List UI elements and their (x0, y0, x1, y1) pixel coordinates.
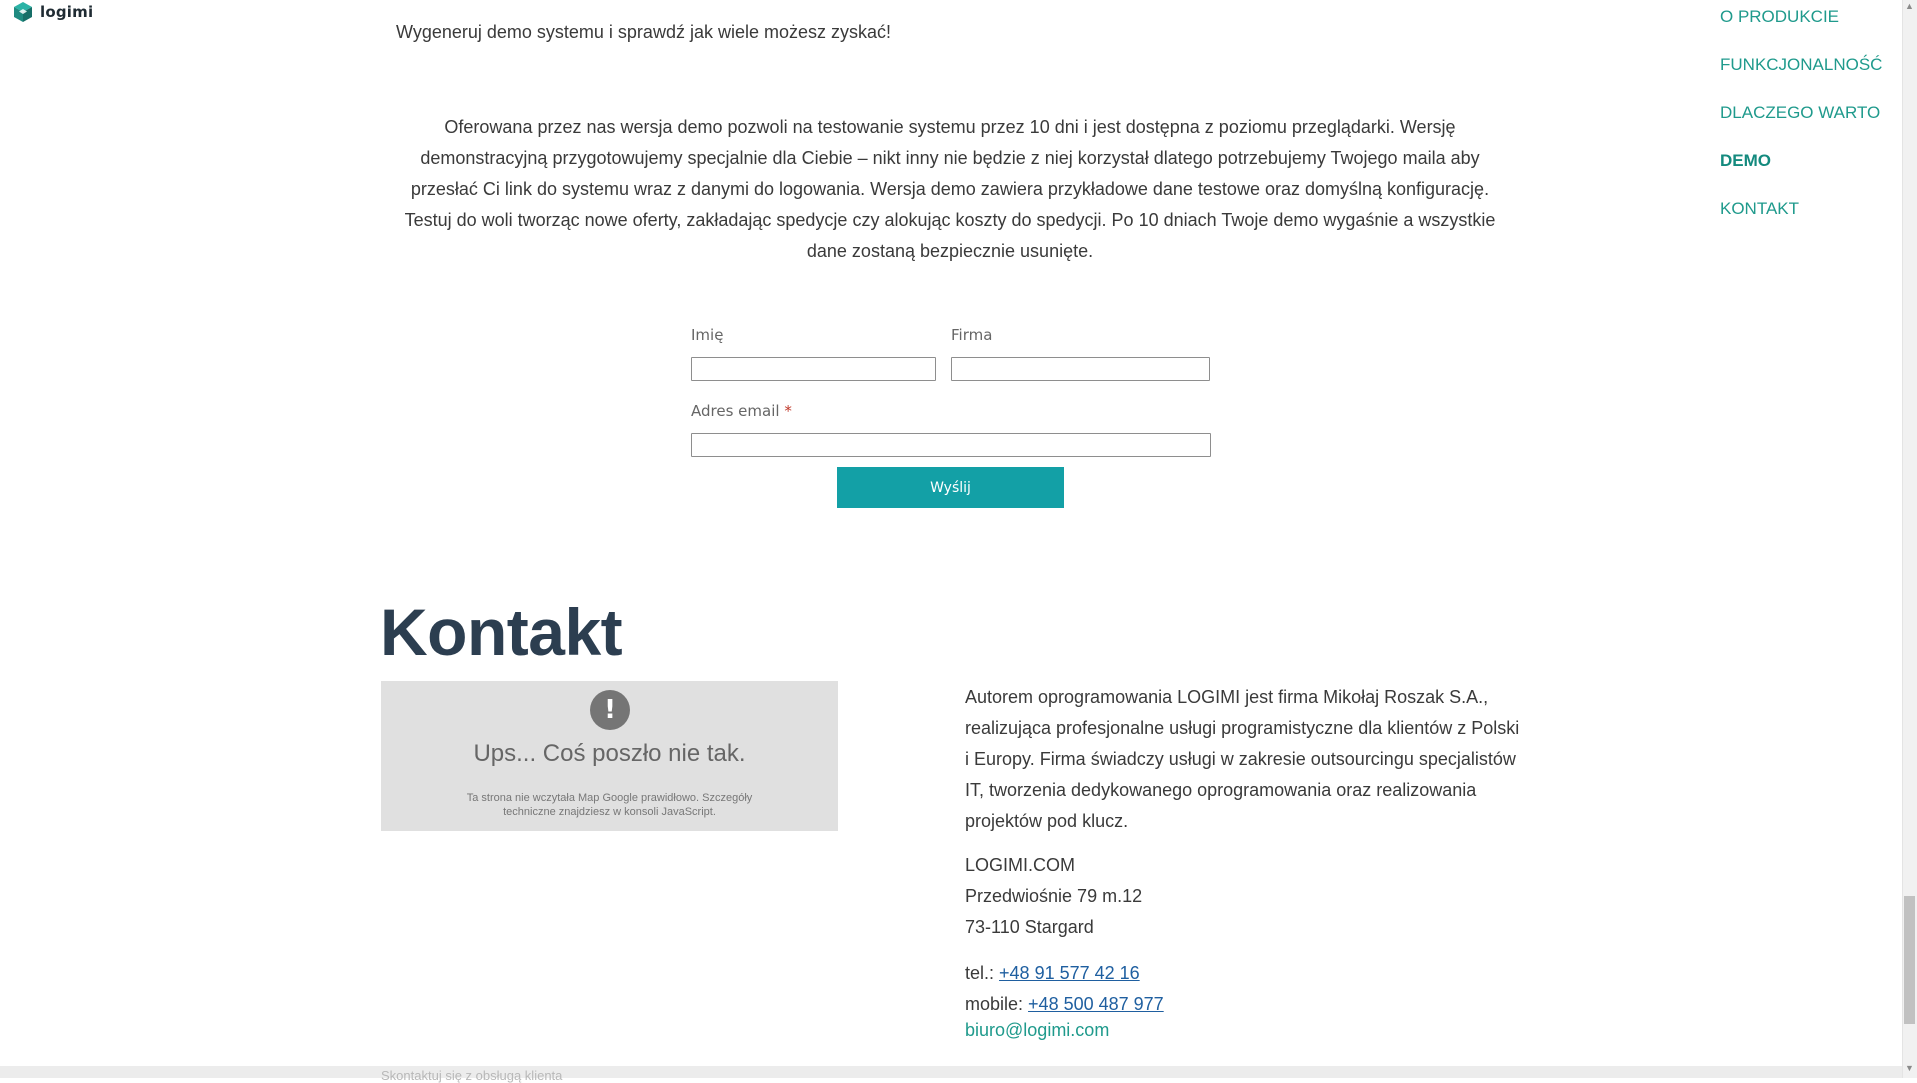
email-link[interactable]: biuro@logimi.com (965, 1020, 1109, 1041)
name-label: Imię (691, 326, 724, 344)
logimi-cube-icon (14, 2, 32, 22)
email-input[interactable] (691, 433, 1211, 457)
demo-description: Oferowana przez nas wersja demo pozwoli … (404, 117, 1496, 261)
footer-cut-text: Skontaktuj się z obsługą klienta (381, 1068, 563, 1083)
nav-item-kontakt[interactable]: KONTAKT (1720, 192, 1900, 240)
contact-phones: tel.: +48 91 577 42 16 mobile: +48 500 4… (965, 958, 1164, 1020)
name-input[interactable] (691, 357, 936, 381)
scroll-down-arrow-icon[interactable]: ▼ (1905, 1064, 1914, 1073)
demo-intro: Wygeneruj demo systemu i sprawdź jak wie… (396, 22, 892, 42)
contact-about: Autorem oprogramowania LOGIMI jest firma… (965, 687, 1520, 831)
mobile-label: mobile: (965, 994, 1024, 1014)
side-nav: O PRODUKCIE FUNKCJONALNOŚĆ DLACZEGO WART… (1720, 0, 1900, 240)
nav-item-demo[interactable]: DEMO (1720, 144, 1900, 192)
address-line-3: 73-110 Stargard (965, 917, 1094, 937)
submit-button[interactable]: Wyślij (837, 467, 1064, 508)
nav-item-dlaczego-warto[interactable]: DLACZEGO WARTO (1720, 96, 1900, 144)
mobile-link[interactable]: +48 500 487 977 (1028, 994, 1164, 1014)
email-label: Adres email (691, 402, 780, 420)
address-line-2: Przedwiośnie 79 m.12 (965, 886, 1143, 906)
scroll-up-arrow-icon[interactable]: ▲ (1905, 2, 1914, 11)
company-input[interactable] (951, 357, 1210, 381)
logo[interactable]: logimi (12, 0, 93, 24)
address-line-1: LOGIMI.COM (965, 855, 1076, 875)
phone-row: tel.: +48 91 577 42 16 (965, 958, 1164, 989)
logo-text: logimi (40, 3, 94, 21)
contact-address: LOGIMI.COM Przedwiośnie 79 m.12 73-110 S… (965, 850, 1142, 943)
required-mark: * (784, 402, 792, 420)
tel-link[interactable]: +48 91 577 42 16 (999, 963, 1140, 983)
mobile-row: mobile: +48 500 487 977 (965, 989, 1164, 1020)
nav-item-funkcjonalnosc[interactable]: FUNKCJONALNOŚĆ (1720, 48, 1900, 96)
nav-item-o-produkcie[interactable]: O PRODUKCIE (1720, 0, 1900, 48)
email-label-wrap: Adres email * (691, 402, 792, 420)
contact-title: Kontakt (380, 595, 623, 669)
map-error-title: Ups... Coś poszło nie tak. (473, 740, 746, 767)
scrollbar-thumb[interactable] (1904, 896, 1915, 1024)
bottom-strip (0, 1066, 1902, 1078)
map-error-subtitle: Ta strona nie wczytała Map Google prawid… (466, 792, 753, 818)
tel-label: tel.: (965, 963, 995, 983)
company-label: Firma (951, 326, 993, 344)
exclamation-icon: ! (590, 690, 630, 730)
